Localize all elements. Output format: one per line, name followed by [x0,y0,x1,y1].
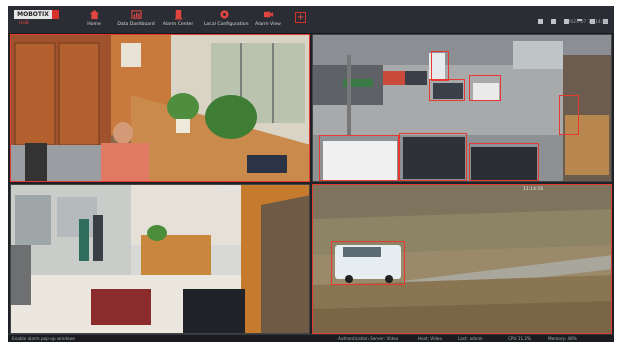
status-item: Host: Video [418,336,443,341]
add-tab-button[interactable]: + [295,12,306,23]
status-bar: Enable alarm pop-up windows Authenticati… [8,334,614,342]
brand-logo: MOBOTIX HUB [14,9,60,29]
camera-3-time: 11:14:56 [221,187,242,192]
nav-home-label: Home [87,22,101,27]
vms-window: MOBOTIX HUB Home Data Dashboard Alarm Ce… [8,6,614,342]
camera-tile-lobby[interactable]: 11:14:56 [10,184,310,334]
home-icon [89,9,99,20]
window-controls [535,9,608,24]
detection-box [399,133,467,181]
status-item: CPU 11.2% [508,336,532,341]
detection-box [331,241,405,285]
nav-alarm-center[interactable]: Alarm Center [158,8,198,32]
camera-icon [263,11,273,18]
gear-icon [219,10,229,19]
detection-box [429,79,465,101]
layout-icon[interactable] [550,19,556,24]
nav-alarm-view-label: Alarm View [255,22,281,27]
nav-alarm-center-label: Alarm Center [162,22,194,27]
lock-icon[interactable] [537,19,543,24]
detection-box [469,75,501,101]
camera-tile-office[interactable] [10,34,310,182]
detection-box [469,143,539,181]
logo-subtitle: HUB [19,21,29,26]
clock-readout: 2024-07 11:14:56 [567,20,608,25]
top-toolbar: MOBOTIX HUB Home Data Dashboard Alarm Ce… [8,6,614,34]
nav-local-configuration-label: Local Configuration [204,22,249,27]
detection-box [559,95,579,135]
camera-4-time: 11:14:56 [523,187,544,192]
camera-tile-field[interactable]: 11:14:56 [312,184,612,334]
nav-local-configuration[interactable]: Local Configuration [204,8,249,32]
detection-box [431,51,449,81]
dashboard-icon [130,10,142,19]
nav-alarm-view[interactable]: Alarm View [248,8,288,32]
status-item: Last: admin [458,336,483,341]
logo-red-block [52,10,59,19]
camera-tile-parking[interactable] [312,34,612,182]
alarm-icon [174,9,182,20]
office-scene [11,35,309,181]
status-item: Memory: 48% [548,336,577,341]
detection-box [319,135,399,181]
status-item: Authentication Server: Video [338,336,399,341]
alarm-popup-toggle[interactable]: Enable alarm pop-up windows [12,336,75,341]
lobby-scene [11,185,309,333]
nav-home[interactable]: Home [74,8,114,32]
logo-wordmark: MOBOTIX [14,10,52,19]
nav-data-dashboard[interactable]: Data Dashboard [116,8,156,32]
nav-data-dashboard-label: Data Dashboard [117,22,155,27]
